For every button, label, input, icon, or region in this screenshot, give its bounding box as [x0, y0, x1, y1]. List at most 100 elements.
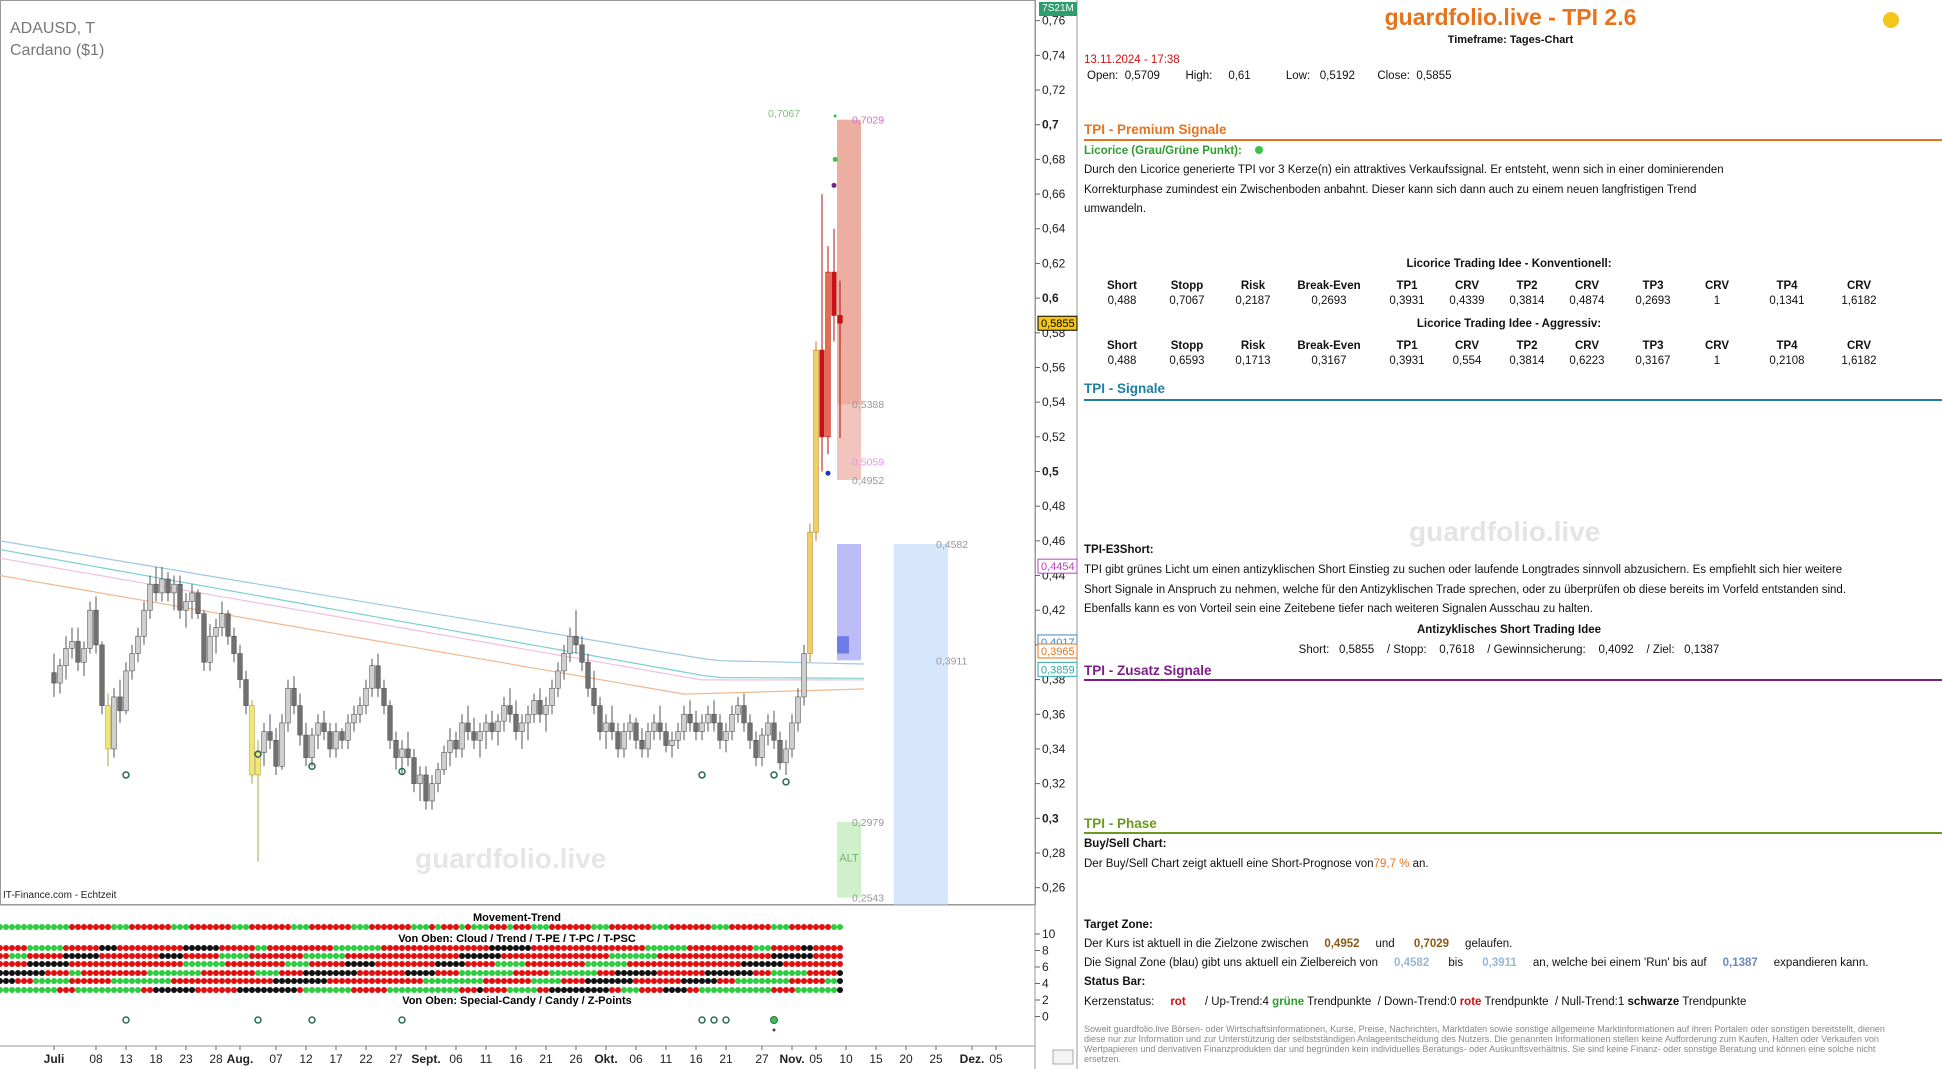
- trend-dot: [297, 978, 303, 984]
- trend-dot: [483, 978, 489, 984]
- trend-dot: [57, 953, 63, 959]
- trend-dot: [705, 978, 711, 984]
- candle-body: [357, 705, 363, 715]
- candle-body: [591, 687, 597, 706]
- table-2-cell-8: 0,3167: [1635, 354, 1671, 367]
- candle-body: [261, 731, 267, 753]
- trend-dot: [675, 978, 681, 984]
- trading-idea-conventional: Short Stopp Risk Break-Even TP1 CRV TP2 CRV TP3 C…: [1093, 278, 1887, 308]
- trend-dot: [267, 978, 273, 984]
- licorice-dot-icon: [1255, 146, 1264, 154]
- antizyklisch-title: Antizyklisches Short Trading Idee: [1416, 624, 1602, 636]
- trend-dot: [225, 945, 231, 951]
- trend-y-label: 6: [1042, 960, 1049, 974]
- trend-dot: [81, 953, 87, 959]
- trend-dot: [81, 978, 87, 984]
- trend-dot: [291, 953, 297, 959]
- trend-dot: [495, 961, 501, 967]
- trend-dot: [321, 924, 327, 930]
- table-1-header-6: TP2: [1516, 279, 1538, 292]
- trend-dot: [177, 953, 183, 959]
- trend-dot: [729, 953, 735, 959]
- candle-body: [75, 641, 81, 663]
- trend-dot: [747, 953, 753, 959]
- trend-dot: [483, 961, 489, 967]
- trend-dot: [381, 970, 387, 976]
- candle-body: [63, 648, 69, 667]
- table-2-title: Licorice Trading Idee - Aggressiv:: [1416, 318, 1602, 330]
- x-tick-label: 23: [179, 1052, 193, 1066]
- trend-dot: [219, 978, 225, 984]
- candle-body: [783, 748, 789, 764]
- trend-dot: [525, 978, 531, 984]
- trend-dot: [639, 924, 645, 930]
- trend-dot: [171, 978, 177, 984]
- trend-dot: [141, 978, 147, 984]
- trend-dot: [819, 961, 825, 967]
- table-2-cell-11: 1,6182: [1841, 354, 1877, 367]
- trend-dot: [153, 978, 159, 984]
- trend-dot: [39, 987, 45, 993]
- trend-dot: [33, 945, 39, 951]
- trend-dot: [603, 987, 609, 993]
- disclaimer: Soweit guardfolio.live Börsen- oder Wirt…: [1084, 1024, 1885, 1064]
- trend-dot: [237, 953, 243, 959]
- trend-dot: [687, 987, 693, 993]
- trend-dot: [651, 978, 657, 984]
- trend-dot: [45, 987, 51, 993]
- trend-dot: [579, 961, 585, 967]
- trend-dot: [135, 961, 141, 967]
- trend-dot: [759, 987, 765, 993]
- up-word: grüne: [1272, 996, 1305, 1008]
- target-label: Target Zone:: [1084, 919, 1153, 931]
- trend-dot: [789, 978, 795, 984]
- trend-dot: [453, 945, 459, 951]
- trend-dot: [789, 924, 795, 930]
- trend-dot: [309, 924, 315, 930]
- trend-dot: [183, 970, 189, 976]
- trend-dot: [453, 987, 459, 993]
- trend-dot: [183, 924, 189, 930]
- trend-dot: [45, 978, 51, 984]
- trend-dot: [465, 961, 471, 967]
- trend-dot: [513, 961, 519, 967]
- trend-dot: [657, 970, 663, 976]
- trend-dot: [543, 953, 549, 959]
- trend-dot: [471, 978, 477, 984]
- price-tag-label: 0,5855: [1041, 318, 1075, 330]
- candle-body: [795, 696, 801, 724]
- trend-dot: [633, 924, 639, 930]
- candle-body: [639, 739, 645, 750]
- trend-dot: [531, 945, 537, 951]
- trend-dot: [723, 978, 729, 984]
- trend-dot: [147, 970, 153, 976]
- trend-dot: [111, 978, 117, 984]
- trend-dot: [327, 978, 333, 984]
- trend-dot: [501, 953, 507, 959]
- trend-dot: [753, 970, 759, 976]
- trend-dot: [453, 961, 459, 967]
- trend-dot: [831, 924, 837, 930]
- trend-dot: [297, 945, 303, 951]
- trend-dot: [399, 987, 405, 993]
- trend-dot: [165, 945, 171, 951]
- price-chart[interactable]: 0,7067 0,7029 0,5388 0,5059 0,4952 0,4582 0,39…: [0, 0, 1078, 1069]
- candle-body: [207, 635, 213, 663]
- trend-dot: [303, 978, 309, 984]
- trend-dot: [681, 953, 687, 959]
- trend-dot: [405, 987, 411, 993]
- trend-dot: [531, 970, 537, 976]
- trend-dot: [51, 953, 57, 959]
- trend-dot: [435, 953, 441, 959]
- trend-dot: [627, 924, 633, 930]
- trend-dot: [807, 978, 813, 984]
- x-tick-label: 18: [149, 1052, 163, 1066]
- trend-dot: [831, 961, 837, 967]
- candle-body: [99, 644, 105, 706]
- x-tick-label: 16: [509, 1052, 523, 1066]
- trend-dot: [819, 945, 825, 951]
- chart-area[interactable]: 0,7067 0,7029 0,5388 0,5059 0,4952 0,4582 0,39…: [0, 0, 1078, 1069]
- trend-dot: [357, 987, 363, 993]
- trend-dot: [243, 945, 249, 951]
- candle-body: [345, 722, 351, 741]
